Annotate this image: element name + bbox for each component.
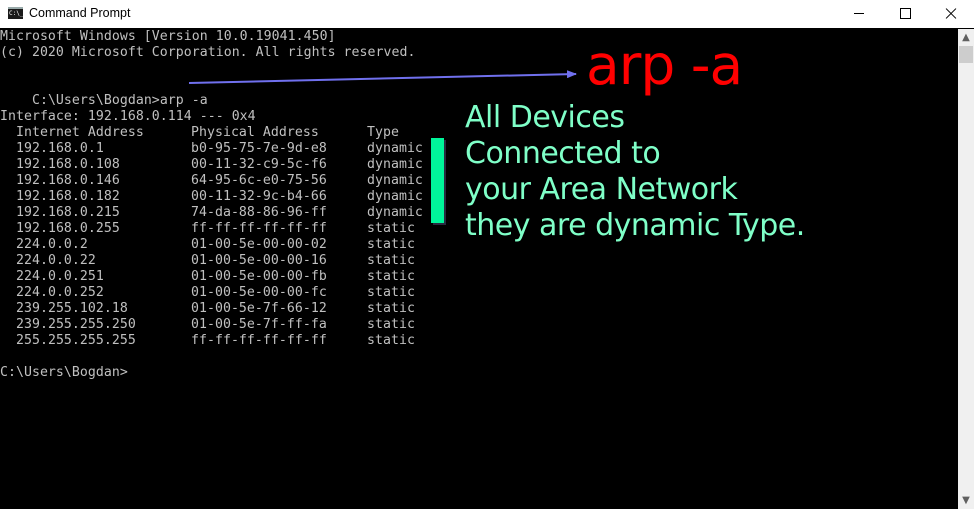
note-line: they are dynamic Type. (465, 208, 805, 243)
header-internet-address: Internet Address (16, 125, 144, 140)
arp-table-row: 192.168.0.215 74-da-88-86-96-ff dynamic (0, 205, 430, 221)
header-physical-address: Physical Address (191, 125, 319, 140)
scroll-down-icon[interactable]: ▼ (958, 492, 974, 509)
arp-table-row: 224.0.0.2 01-00-5e-00-00-02 static (0, 237, 430, 253)
final-prompt: C:\Users\Bogdan> (0, 365, 128, 380)
annotation-note: All Devices Connected to your Area Netwo… (465, 100, 805, 244)
arp-table-row: 224.0.0.22 01-00-5e-00-00-16 static (0, 253, 430, 269)
arp-type-cell: static (367, 333, 415, 348)
arp-type-cell: dynamic (367, 157, 423, 172)
arp-type-cell: static (367, 221, 415, 236)
minimize-button[interactable] (836, 0, 882, 28)
scroll-up-icon[interactable]: ▲ (958, 29, 974, 46)
arp-table-row: 192.168.0.182 00-11-32-9c-b4-66 dynamic (0, 189, 430, 205)
copyright-line: (c) 2020 Microsoft Corporation. All righ… (0, 45, 416, 60)
arp-table-row: 239.255.102.18 01-00-5e-7f-66-12 static (0, 301, 430, 317)
arp-type-cell: static (367, 253, 415, 268)
arp-ip-cell: 239.255.102.18 (16, 301, 128, 316)
arp-ip-cell: 192.168.0.146 (16, 173, 120, 188)
arp-ip-cell: 255.255.255.255 (16, 333, 136, 348)
arp-type-cell: dynamic (367, 141, 423, 156)
console-icon: C:\_ (8, 7, 23, 19)
arp-table-row: 192.168.0.108 00-11-32-c9-5c-f6 dynamic (0, 157, 430, 173)
arp-mac-cell: 01-00-5e-00-00-02 (191, 237, 327, 252)
arp-ip-cell: 239.255.255.250 (16, 317, 136, 332)
command-line: C:\Users\Bogdan>arp -a (0, 77, 208, 108)
note-line: All Devices (465, 100, 625, 135)
arp-type-cell: static (367, 237, 415, 252)
arp-type-cell: dynamic (367, 173, 423, 188)
arp-ip-cell: 224.0.0.251 (16, 269, 104, 284)
arp-mac-cell: ff-ff-ff-ff-ff-ff (191, 333, 327, 348)
arp-mac-cell: ff-ff-ff-ff-ff-ff (191, 221, 327, 236)
prompt: C:\Users\Bogdan> (31, 93, 160, 108)
annotation-command-label: arp -a (586, 33, 743, 97)
arp-type-cell: dynamic (367, 189, 423, 204)
arp-mac-cell: 01-00-5e-00-00-16 (191, 253, 327, 268)
arp-mac-cell: b0-95-75-7e-9d-e8 (191, 141, 327, 156)
arp-ip-cell: 224.0.0.2 (16, 237, 88, 252)
scroll-thumb[interactable] (959, 46, 973, 63)
arp-table-row: 224.0.0.251 01-00-5e-00-00-fb static (0, 269, 430, 285)
arp-table-row: 224.0.0.252 01-00-5e-00-00-fc static (0, 285, 430, 301)
maximize-button[interactable] (882, 0, 928, 28)
arp-table-row: 192.168.0.255 ff-ff-ff-ff-ff-ff static (0, 221, 430, 237)
arp-ip-cell: 224.0.0.22 (16, 253, 96, 268)
arp-ip-cell: 192.168.0.1 (16, 141, 104, 156)
arp-mac-cell: 00-11-32-9c-b4-66 (191, 189, 327, 204)
header-type: Type (367, 125, 399, 140)
arp-mac-cell: 64-95-6c-e0-75-56 (191, 173, 327, 188)
window-title: Command Prompt (29, 6, 131, 20)
vertical-scrollbar[interactable]: ▲ ▼ (958, 29, 974, 509)
arp-ip-cell: 192.168.0.108 (16, 157, 120, 172)
arp-table-row: 239.255.255.250 01-00-5e-7f-ff-fa static (0, 317, 430, 333)
note-line: Connected to (465, 136, 661, 171)
interface-line: Interface: 192.168.0.114 --- 0x4 (0, 109, 256, 124)
close-button[interactable] (928, 0, 974, 28)
arp-mac-cell: 01-00-5e-00-00-fc (191, 285, 327, 300)
arp-mac-cell: 74-da-88-86-96-ff (191, 205, 327, 220)
arp-mac-cell: 00-11-32-c9-5c-f6 (191, 157, 327, 172)
arp-ip-cell: 224.0.0.252 (16, 285, 104, 300)
arp-mac-cell: 01-00-5e-00-00-fb (191, 269, 327, 284)
arp-table-row: 192.168.0.1 b0-95-75-7e-9d-e8 dynamic (0, 141, 430, 157)
arp-type-cell: static (367, 317, 415, 332)
arp-mac-cell: 01-00-5e-7f-66-12 (191, 301, 327, 316)
highlight-bar (431, 138, 444, 223)
arp-type-cell: dynamic (367, 205, 423, 220)
arp-type-cell: static (367, 285, 415, 300)
arp-type-cell: static (367, 301, 415, 316)
command-text: arp -a (159, 93, 208, 108)
arp-ip-cell: 192.168.0.255 (16, 221, 120, 236)
arp-ip-cell: 192.168.0.215 (16, 205, 120, 220)
arp-type-cell: static (367, 269, 415, 284)
arp-table-row: 255.255.255.255 ff-ff-ff-ff-ff-ff static (0, 333, 430, 349)
arp-ip-cell: 192.168.0.182 (16, 189, 120, 204)
table-header: Internet Address Physical Address Type (0, 125, 430, 141)
arp-table-row: 192.168.0.146 64-95-6c-e0-75-56 dynamic (0, 173, 430, 189)
note-line: your Area Network (465, 172, 738, 207)
version-line: Microsoft Windows [Version 10.0.19041.45… (0, 29, 336, 44)
arp-mac-cell: 01-00-5e-7f-ff-fa (191, 317, 327, 332)
title-bar[interactable]: C:\_ Command Prompt (0, 0, 974, 28)
